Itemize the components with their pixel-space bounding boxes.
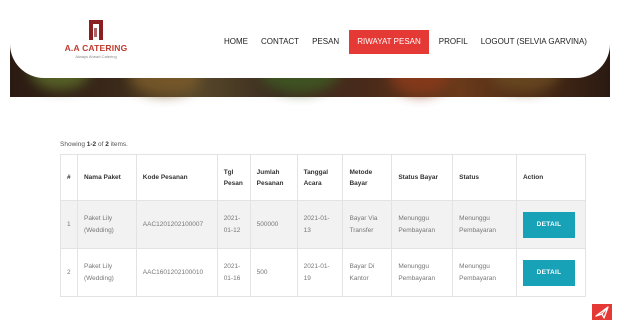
summary-suffix: items. bbox=[108, 141, 128, 148]
brand-tagline: Always Ahead Catering bbox=[75, 54, 117, 59]
cell-status: Menunggu Pembayaran bbox=[452, 248, 517, 297]
cell-tgl-pesan: 2021-01-16 bbox=[216, 248, 251, 297]
cell-kode-pesanan: AAC1201202100007 bbox=[135, 200, 218, 249]
cell-tanggal-acara: 2021-01-13 bbox=[296, 200, 344, 249]
cell-metode-bayar: Bayar Via Transfer bbox=[342, 200, 393, 249]
cell-metode-bayar: Bayar Di Kantor bbox=[342, 248, 393, 297]
col-header-status-bayar[interactable]: Status Bayar bbox=[391, 154, 454, 201]
cell-jumlah-pesanan: 500 bbox=[249, 248, 298, 297]
nav-home[interactable]: HOME bbox=[224, 30, 248, 54]
cell-status: Menunggu Pembayaran bbox=[452, 200, 517, 249]
cell-action: DETAIL bbox=[515, 200, 587, 249]
summary-middle: of bbox=[96, 141, 106, 148]
brand-logo[interactable]: A.A CATERING Always Ahead Catering bbox=[56, 20, 136, 64]
table-summary: Showing 1-2 of 2 items. bbox=[60, 141, 128, 148]
summary-prefix: Showing bbox=[60, 141, 87, 148]
detail-button[interactable]: DETAIL bbox=[522, 211, 575, 238]
nav-pesan[interactable]: PESAN bbox=[312, 30, 339, 54]
hero-section: A.A CATERING Always Ahead Catering HOME … bbox=[0, 0, 620, 97]
col-header-tgl-pesan[interactable]: Tgl Pesan bbox=[216, 154, 251, 201]
brand-name: A.A CATERING bbox=[64, 43, 128, 53]
cell-action: DETAIL bbox=[515, 248, 587, 297]
nav-logout[interactable]: LOGOUT (SELVIA GARVINA) bbox=[481, 30, 587, 54]
col-header-number[interactable]: # bbox=[60, 154, 78, 201]
nav-contact[interactable]: CONTACT bbox=[261, 30, 299, 54]
cell-number: 1 bbox=[60, 200, 78, 249]
floating-send-button[interactable] bbox=[592, 304, 612, 320]
cell-tgl-pesan: 2021-01-12 bbox=[216, 200, 251, 249]
table-row: 2 Paket Lily (Wedding) AAC1601202100010 … bbox=[60, 248, 587, 297]
col-header-nama-paket[interactable]: Nama Paket bbox=[76, 154, 137, 201]
cell-kode-pesanan: AAC1601202100010 bbox=[135, 248, 218, 297]
col-header-metode-bayar[interactable]: Metode Bayar bbox=[342, 154, 393, 201]
table-header-row: # Nama Paket Kode Pesanan Tgl Pesan Juml… bbox=[60, 154, 587, 201]
cell-jumlah-pesanan: 500000 bbox=[249, 200, 298, 249]
detail-button[interactable]: DETAIL bbox=[522, 259, 575, 286]
main-nav: HOME CONTACT PESAN RIWAYAT PESAN PROFIL … bbox=[224, 30, 600, 54]
cell-nama-paket: Paket Lily (Wedding) bbox=[76, 248, 137, 297]
col-header-action: Action bbox=[515, 154, 587, 201]
cell-number: 2 bbox=[60, 248, 78, 297]
nav-riwayat-pesan[interactable]: RIWAYAT PESAN bbox=[349, 30, 429, 54]
cell-status-bayar: Menunggu Pembayaran bbox=[391, 200, 454, 249]
table-row: 1 Paket Lily (Wedding) AAC1201202100007 … bbox=[60, 200, 587, 249]
order-history-table: # Nama Paket Kode Pesanan Tgl Pesan Juml… bbox=[60, 154, 587, 297]
paper-plane-icon bbox=[595, 306, 609, 319]
col-header-kode-pesanan[interactable]: Kode Pesanan bbox=[135, 154, 218, 201]
col-header-status[interactable]: Status bbox=[452, 154, 517, 201]
brand-mark-icon bbox=[89, 20, 103, 40]
navbar: A.A CATERING Always Ahead Catering HOME … bbox=[10, 0, 610, 78]
summary-range: 1-2 bbox=[86, 141, 97, 148]
cell-nama-paket: Paket Lily (Wedding) bbox=[76, 200, 137, 249]
nav-profil[interactable]: PROFIL bbox=[439, 30, 468, 54]
cell-status-bayar: Menunggu Pembayaran bbox=[391, 248, 454, 297]
col-header-jumlah-pesanan[interactable]: Jumlah Pesanan bbox=[249, 154, 298, 201]
cell-tanggal-acara: 2021-01-19 bbox=[296, 248, 344, 297]
col-header-tanggal-acara[interactable]: Tanggal Acara bbox=[296, 154, 344, 201]
